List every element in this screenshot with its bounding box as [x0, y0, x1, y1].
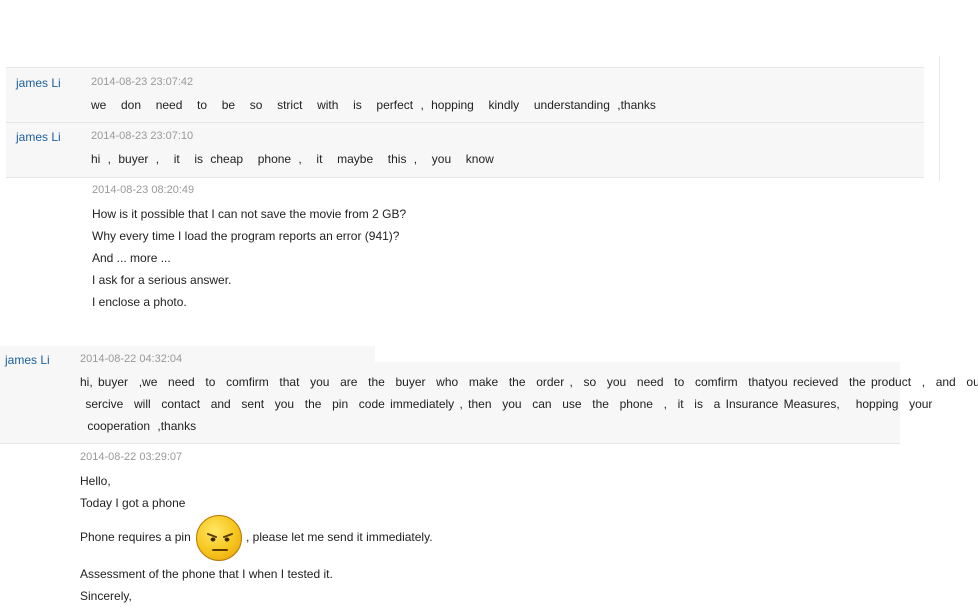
- message-text: hi , buyer , it is cheap phone , it mayb…: [91, 152, 494, 166]
- message-row: james Li 2014-08-23 23:07:42 we don need…: [6, 67, 924, 123]
- message-timestamp: 2014-08-22 03:29:07: [80, 451, 183, 463]
- author-link[interactable]: james Li: [16, 76, 61, 90]
- message-timestamp: 2014-08-22 04:32:04: [80, 353, 183, 365]
- author-link[interactable]: james Li: [5, 353, 50, 367]
- message-text: Assessment of the phone that I when I te…: [80, 567, 333, 581]
- message-text: Sincerely,: [80, 589, 132, 603]
- message-timestamp: 2014-08-23 23:07:10: [91, 130, 194, 142]
- message-text: we don need to be so strict with is perf…: [91, 98, 656, 112]
- message-row: james Li 2014-08-23 23:07:10 hi , buyer …: [6, 123, 924, 178]
- message-text: Phone requires a pin: [80, 530, 191, 544]
- message-text: Why every time I load the program report…: [92, 229, 400, 243]
- emoticon-face-icon: [207, 533, 233, 551]
- message-row: 2014-08-22 03:29:07 Hello, Today I got a…: [0, 445, 900, 603]
- divider-line: [939, 56, 940, 181]
- message-text: Today I got a phone: [80, 496, 186, 510]
- message-text: sercive will contact and sent you the pi…: [80, 397, 933, 411]
- message-text: And ... more ...: [92, 251, 171, 265]
- message-text: I enclose a photo.: [92, 295, 187, 309]
- message-text: , please let me send it immediately.: [246, 530, 433, 544]
- frowning-face-icon: [196, 515, 242, 561]
- author-link[interactable]: james Li: [16, 130, 61, 144]
- message-text: Hello,: [80, 474, 111, 488]
- message-timestamp: 2014-08-23 08:20:49: [92, 184, 195, 196]
- message-row: 2014-08-23 08:20:49 How is it possible t…: [6, 178, 924, 328]
- message-text: hi, buyer ,we need to comfirm that you a…: [80, 375, 978, 389]
- message-text: How is it possible that I can not save t…: [92, 207, 407, 221]
- message-row: james Li 2014-08-22 04:32:04 hi, buyer ,…: [0, 346, 978, 444]
- message-timestamp: 2014-08-23 23:07:42: [91, 76, 194, 88]
- message-text: I ask for a serious answer.: [92, 273, 232, 287]
- message-text: cooperation ,thanks: [80, 419, 197, 433]
